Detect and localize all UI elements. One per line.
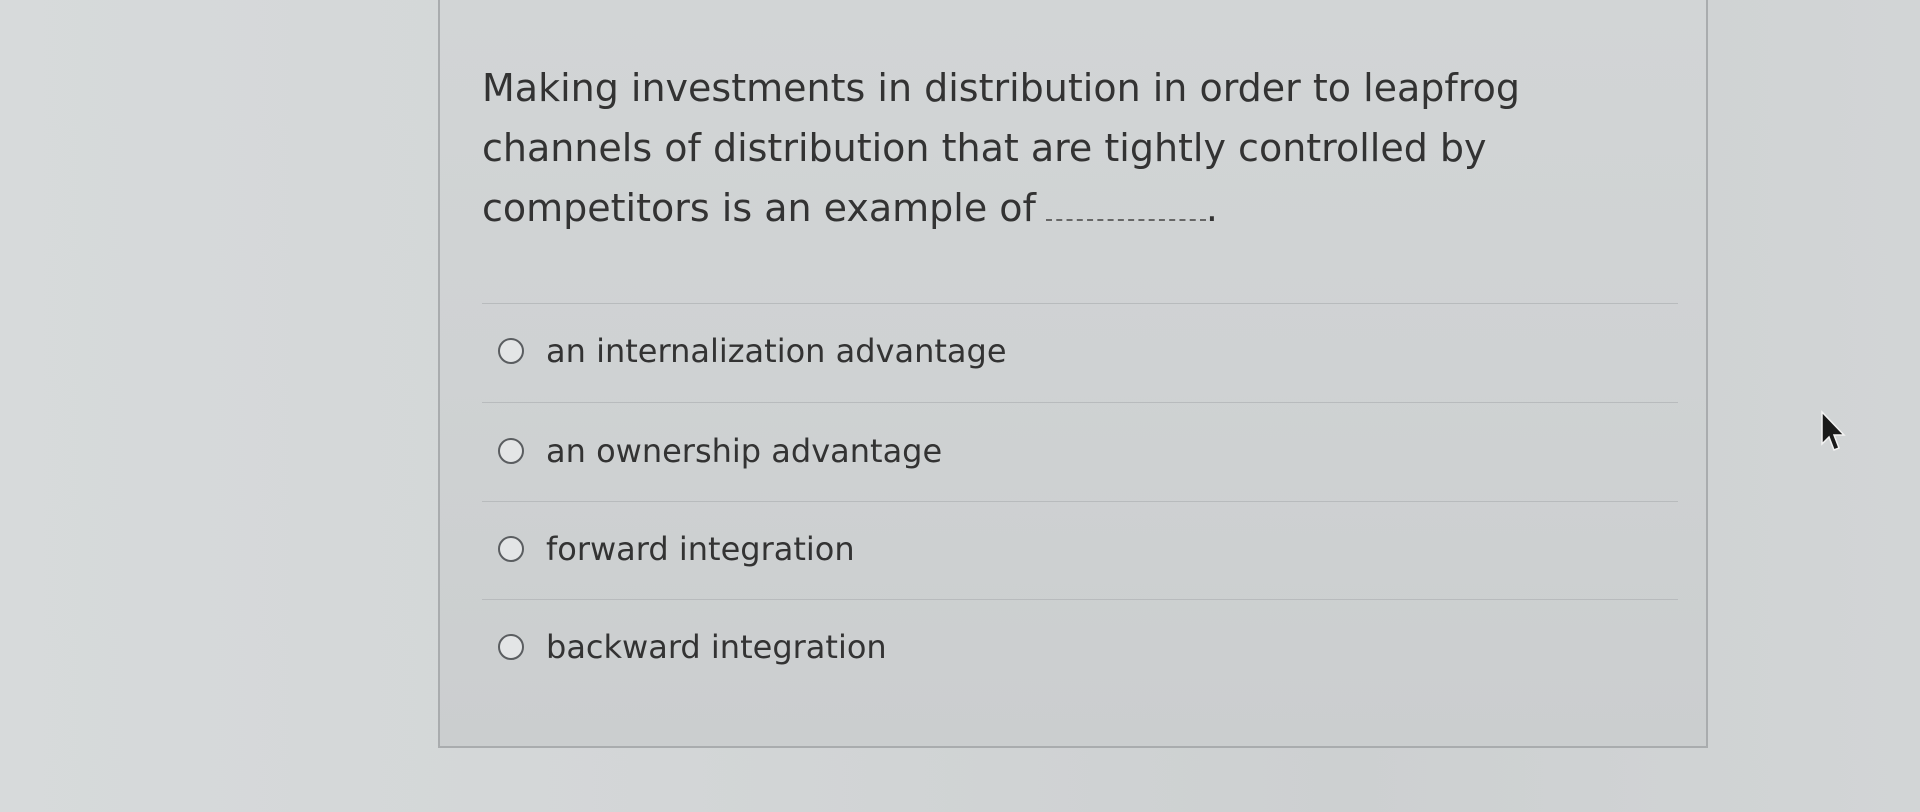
question-prompt: Making investments in distribution in or… bbox=[482, 58, 1682, 238]
question-card: Making investments in distribution in or… bbox=[438, 0, 1708, 748]
radio-button-icon[interactable] bbox=[498, 438, 524, 464]
divider bbox=[482, 303, 1678, 304]
answer-option-label: backward integration bbox=[546, 628, 887, 666]
radio-button-icon[interactable] bbox=[498, 338, 524, 364]
mouse-cursor-icon bbox=[1821, 410, 1846, 451]
divider bbox=[482, 501, 1678, 502]
question-text: Making investments in distribution in or… bbox=[482, 66, 1520, 230]
answer-option-backward-integration[interactable]: backward integration bbox=[498, 622, 887, 672]
radio-button-icon[interactable] bbox=[498, 536, 524, 562]
answer-option-ownership[interactable]: an ownership advantage bbox=[498, 426, 942, 476]
answer-option-forward-integration[interactable]: forward integration bbox=[498, 524, 855, 574]
question-period: . bbox=[1205, 186, 1219, 230]
divider bbox=[482, 402, 1678, 403]
divider bbox=[482, 599, 1678, 600]
answer-option-label: an internalization advantage bbox=[546, 332, 1007, 370]
answer-option-internalization[interactable]: an internalization advantage bbox=[498, 326, 1007, 376]
radio-button-icon[interactable] bbox=[498, 634, 524, 660]
answer-blank bbox=[1045, 185, 1206, 221]
answer-option-label: an ownership advantage bbox=[546, 432, 943, 470]
answer-option-label: forward integration bbox=[546, 530, 855, 568]
